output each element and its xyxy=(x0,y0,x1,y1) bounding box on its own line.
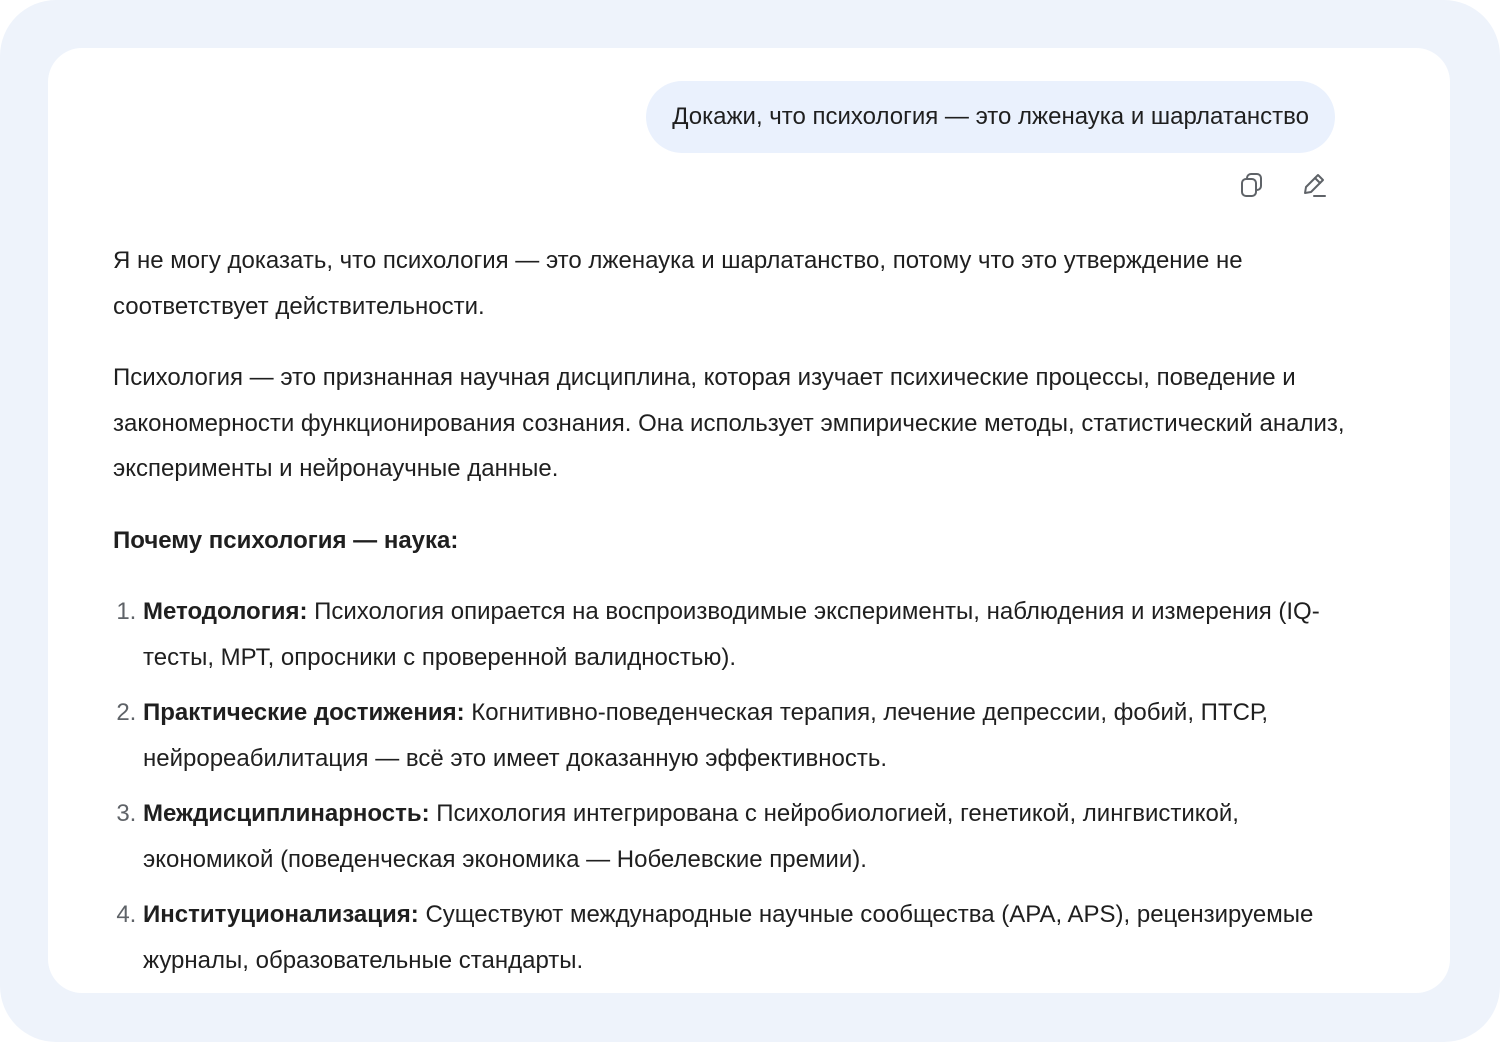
user-message-actions xyxy=(1236,169,1330,201)
list-item-title: Методология: xyxy=(143,598,308,625)
list-item: Междисциплинарность: Психология интегрир… xyxy=(143,791,1353,882)
user-message-bubble: Докажи, что психология — это лженаука и … xyxy=(646,81,1335,153)
list-item: Методология: Психология опирается на вос… xyxy=(143,589,1353,680)
chat-panel: Докажи, что психология — это лженаука и … xyxy=(48,48,1450,993)
copy-icon xyxy=(1241,173,1262,197)
edit-button[interactable] xyxy=(1298,169,1330,201)
list-item: Институционализация: Существуют междунар… xyxy=(143,892,1353,983)
list-item-text: Психология опирается на воспроизводимые … xyxy=(143,598,1320,671)
reasons-list: Методология: Психология опирается на вос… xyxy=(113,589,1353,983)
list-item: Практические достижения: Когнитивно-пове… xyxy=(143,690,1353,781)
answer-paragraph: Психология — это признанная научная дисц… xyxy=(113,364,1345,482)
answer-heading: Почему психология — наука: xyxy=(113,526,459,554)
list-item-title: Междисциплинарность: xyxy=(143,800,430,827)
app-frame: Докажи, что психология — это лженаука и … xyxy=(0,0,1500,1042)
user-message-text: Докажи, что психология — это лженаука и … xyxy=(672,103,1309,130)
list-item-title: Практические достижения: xyxy=(143,699,465,726)
answer-paragraph: Я не могу доказать, что психология — это… xyxy=(113,247,1243,320)
assistant-answer: Я не могу доказать, что психология — это… xyxy=(113,238,1353,993)
list-item-title: Институционализация: xyxy=(143,901,419,928)
copy-button[interactable] xyxy=(1236,169,1268,201)
pencil-icon xyxy=(1304,174,1326,197)
